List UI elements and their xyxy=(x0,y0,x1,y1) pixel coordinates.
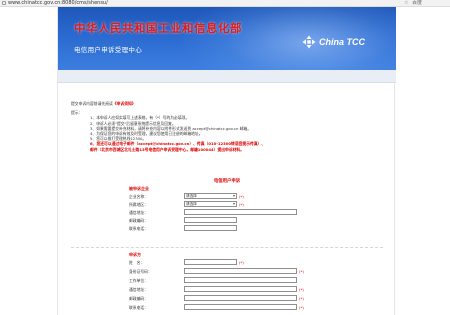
field-label: 邮政编码： xyxy=(129,296,148,301)
ministry-title: 中华人民共和国工业和信息化部 xyxy=(74,21,242,35)
field-label: 工作单位： xyxy=(129,278,148,283)
form-row-postcode: 邮政编码： (*) xyxy=(129,295,379,302)
field-label: 联系电话： xyxy=(129,226,148,231)
form-row-company: 企业名称： 请选择 (*) xyxy=(129,193,329,200)
name-input[interactable] xyxy=(184,259,237,265)
field-label: 企业名称： xyxy=(129,194,148,199)
header-banner: 中华人民共和国工业和信息化部 电信用户申诉受理中心 China TCC xyxy=(58,7,396,70)
brand-name: China TCC xyxy=(319,37,365,47)
region-select[interactable]: 请选择 xyxy=(184,201,237,207)
field-label: 所属地区： xyxy=(129,202,148,207)
respondent-legend: 被申诉企业 xyxy=(129,186,149,191)
company-select[interactable]: 请选择 xyxy=(184,193,237,199)
info-icon[interactable] xyxy=(2,1,6,5)
nav-strip xyxy=(58,70,396,83)
tips-list: 1、本申诉人应如实填写上述表格，有（*）号的为必填项。 2、申诉人必须"提交"后… xyxy=(90,115,386,151)
notice-block: 提交申诉内容前请先阅读《申诉须知》 提示： 1、本申诉人应如实填写上述表格，有（… xyxy=(71,101,386,152)
form-row-zip: 邮政编码： xyxy=(129,217,329,224)
required-mark: (*) xyxy=(239,202,244,207)
complainant-legend: 申诉方 xyxy=(129,252,141,257)
form-row-region: 所属地区： 请选择 (*) xyxy=(129,201,329,208)
required-mark: (*) xyxy=(299,287,304,292)
form-row-address: 通信地址： xyxy=(129,209,329,216)
tip-item: 邮件（北京市西城区北礼士路13号电信用户申诉受理中心，邮编100044）提出申诉… xyxy=(90,146,245,152)
form-section-title: 电信用户申诉 xyxy=(213,179,241,184)
field-label: 邮政编码： xyxy=(129,218,148,223)
form-row-workplace: 工作单位： xyxy=(129,277,379,284)
baidu-extension[interactable]: 百度 xyxy=(412,0,422,7)
field-label: 联系电话： xyxy=(129,305,148,310)
required-mark: (*) xyxy=(299,269,304,274)
divider xyxy=(71,247,383,248)
form-row-mail-address: 通信地址： (*) xyxy=(129,286,379,293)
form-row-id: 身份证号码： (*) xyxy=(129,268,379,275)
field-label: 身份证号码： xyxy=(129,269,152,274)
star-icon[interactable]: ☆ xyxy=(404,0,408,7)
address-bar[interactable]: www.chinatcc.gov.cn:8080/cms/shensu/ ☆ 百… xyxy=(0,0,450,7)
mail-address-input[interactable] xyxy=(184,286,297,292)
center-name: 电信用户申诉受理中心 xyxy=(74,46,142,54)
field-label: 姓 名： xyxy=(129,260,145,265)
form-row-name: 姓 名： (*) xyxy=(129,259,379,266)
company-address-input[interactable] xyxy=(184,209,297,215)
tcc-logo-icon xyxy=(302,35,316,49)
postcode-input[interactable] xyxy=(184,295,297,301)
notice-title: 提交申诉内容前请先阅读《申诉须知》 xyxy=(71,101,136,106)
complaint-notice-link[interactable]: 《申诉须知》 xyxy=(113,101,136,106)
form-row-phone: 联系电话： xyxy=(129,225,329,232)
id-number-input[interactable] xyxy=(184,268,297,274)
field-label: 通信地址： xyxy=(129,287,148,292)
required-mark: (*) xyxy=(299,296,304,301)
form-row-contact-phone: 联系电话： (*) xyxy=(129,304,379,311)
url-text[interactable]: www.chinatcc.gov.cn:8080/cms/shensu/ xyxy=(8,0,108,7)
company-zip-input[interactable] xyxy=(184,217,237,223)
field-label: 通信地址： xyxy=(129,210,148,215)
page: 中华人民共和国工业和信息化部 电信用户申诉受理中心 China TCC 提交申诉… xyxy=(57,7,396,315)
contact-phone-input[interactable] xyxy=(184,304,297,310)
required-mark: (*) xyxy=(239,260,244,265)
required-mark: (*) xyxy=(239,194,244,199)
required-mark: (*) xyxy=(299,305,304,310)
workplace-input[interactable] xyxy=(184,277,297,283)
company-phone-input[interactable] xyxy=(184,225,237,231)
